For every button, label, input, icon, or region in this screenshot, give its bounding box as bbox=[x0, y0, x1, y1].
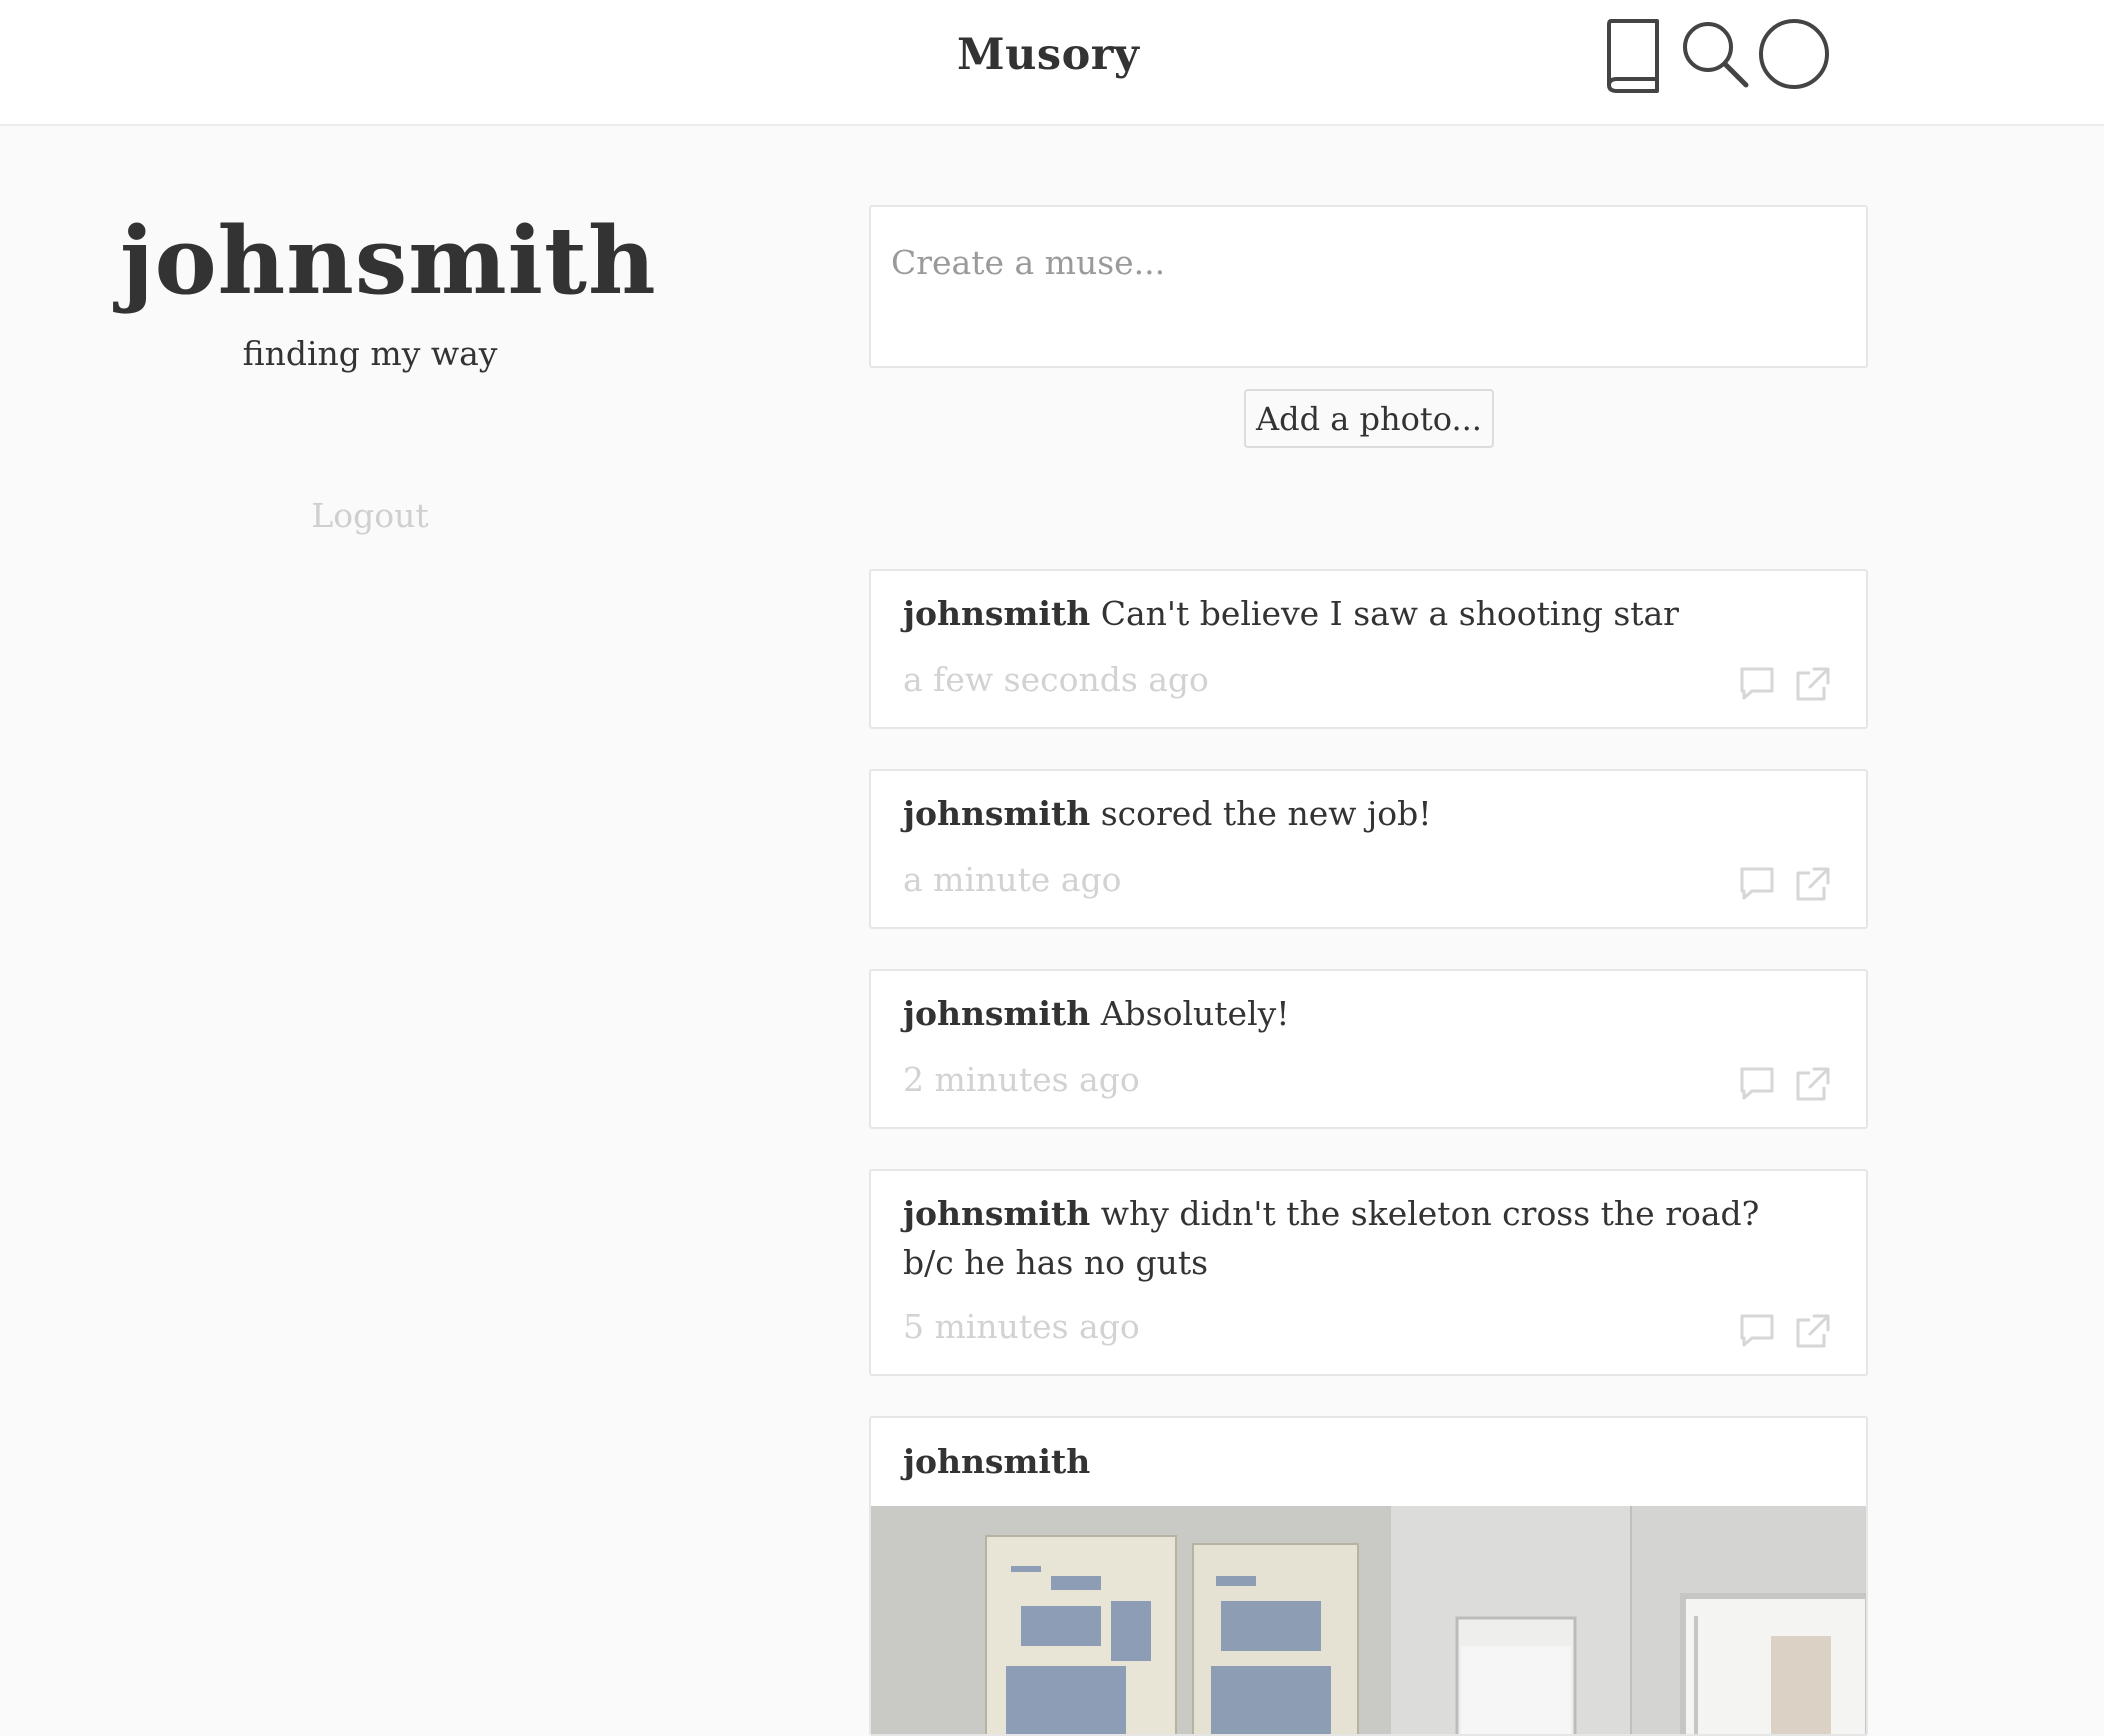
profile-circle-icon[interactable] bbox=[1754, 14, 1834, 94]
profile-panel: johnsmith finding my way bbox=[120, 206, 657, 374]
post-author[interactable]: johnsmith bbox=[903, 1194, 1090, 1233]
post-timestamp[interactable]: 5 minutes ago bbox=[903, 1307, 1140, 1346]
post-text: scored the new job! bbox=[1100, 794, 1432, 833]
post-actions bbox=[1738, 665, 1832, 703]
post-author[interactable]: johnsmith bbox=[903, 594, 1090, 633]
external-link-icon[interactable] bbox=[1794, 865, 1832, 903]
post-author[interactable]: johnsmith bbox=[903, 794, 1090, 833]
book-icon[interactable] bbox=[1594, 14, 1674, 94]
comment-icon[interactable] bbox=[1738, 1312, 1776, 1350]
brand-logo-text[interactable]: Musory bbox=[957, 30, 1139, 80]
external-link-icon[interactable] bbox=[1794, 665, 1832, 703]
feed-post: johnsmith scored the new job! a minute a… bbox=[869, 769, 1868, 929]
post-content: johnsmith Can't believe I saw a shooting… bbox=[903, 589, 1816, 638]
post-content: johnsmith why didn't the skeleton cross … bbox=[903, 1189, 1816, 1287]
feed-post: johnsmith Absolutely! 2 minutes ago bbox=[869, 969, 1868, 1129]
external-link-icon[interactable] bbox=[1794, 1065, 1832, 1103]
room-photo-illustration bbox=[871, 1506, 1866, 1734]
post-actions bbox=[1738, 1312, 1832, 1350]
muse-composer bbox=[869, 205, 1868, 368]
top-navbar: Musory bbox=[0, 0, 2104, 126]
post-photo[interactable] bbox=[871, 1506, 1866, 1734]
post-timestamp[interactable]: 2 minutes ago bbox=[903, 1060, 1140, 1099]
post-content: johnsmith Absolutely! bbox=[903, 989, 1816, 1038]
search-icon[interactable] bbox=[1675, 14, 1755, 94]
add-photo-button[interactable]: Add a photo... bbox=[1244, 389, 1494, 448]
muse-input[interactable] bbox=[871, 207, 1866, 366]
comment-icon[interactable] bbox=[1738, 865, 1776, 903]
comment-icon[interactable] bbox=[1738, 665, 1776, 703]
post-author[interactable]: johnsmith bbox=[903, 1442, 1090, 1481]
logout-link[interactable]: Logout bbox=[120, 496, 620, 535]
post-text: Can't believe I saw a shooting star bbox=[1100, 594, 1679, 633]
comment-icon[interactable] bbox=[1738, 1065, 1776, 1103]
profile-username: johnsmith bbox=[120, 206, 657, 315]
profile-tagline: finding my way bbox=[242, 334, 498, 374]
post-author[interactable]: johnsmith bbox=[903, 994, 1090, 1033]
post-timestamp[interactable]: a few seconds ago bbox=[903, 660, 1209, 699]
post-timestamp[interactable]: a minute ago bbox=[903, 860, 1121, 899]
post-text: Absolutely! bbox=[1100, 994, 1290, 1033]
feed-photo-post: johnsmith bbox=[869, 1416, 1868, 1736]
feed-post: johnsmith Can't believe I saw a shooting… bbox=[869, 569, 1868, 729]
post-content: johnsmith scored the new job! bbox=[903, 789, 1816, 838]
feed-post: johnsmith why didn't the skeleton cross … bbox=[869, 1169, 1868, 1376]
external-link-icon[interactable] bbox=[1794, 1312, 1832, 1350]
post-actions bbox=[1738, 1065, 1832, 1103]
post-actions bbox=[1738, 865, 1832, 903]
